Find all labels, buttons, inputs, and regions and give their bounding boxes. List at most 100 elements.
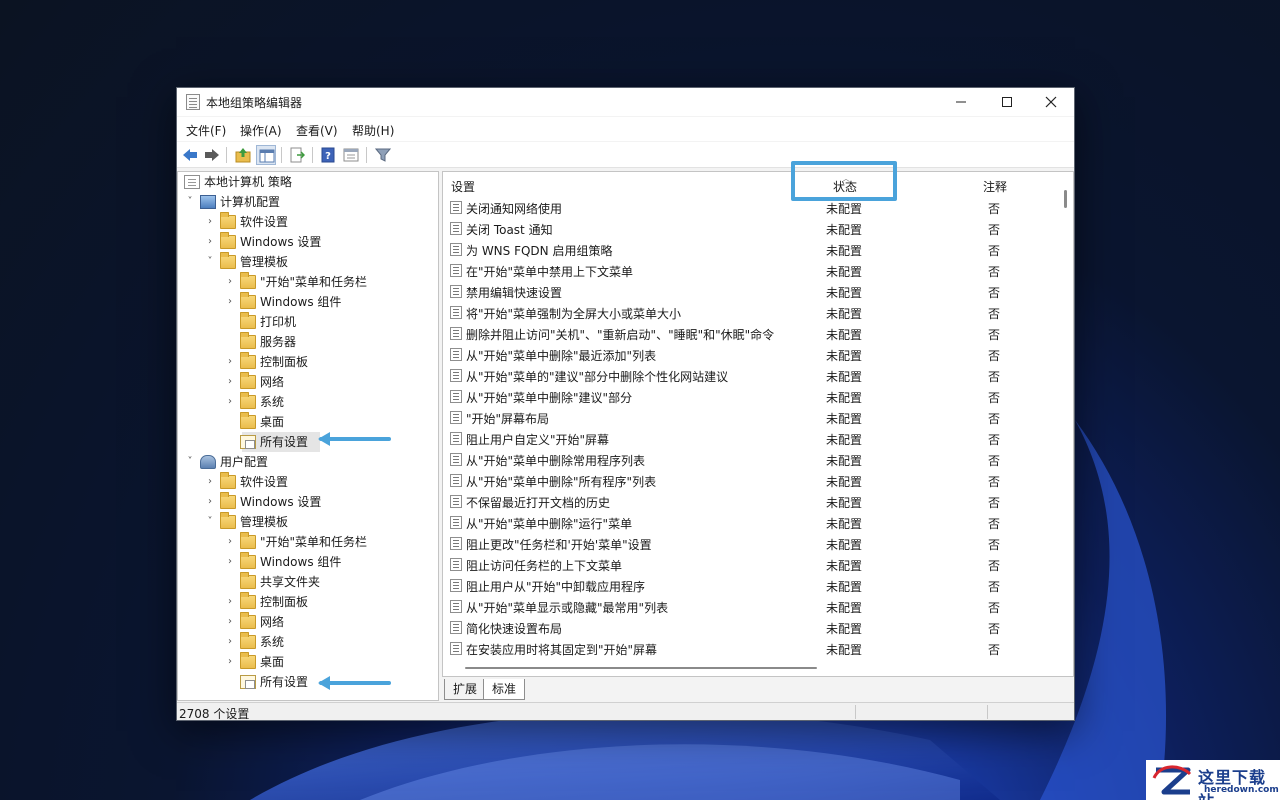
list-item[interactable]: 关闭通知网络使用 未配置 否 [443, 197, 1057, 218]
menu-view[interactable]: 查看(V) [296, 122, 338, 139]
list-item[interactable]: 为 WNS FQDN 启用组策略 未配置 否 [443, 239, 1057, 260]
menu-help[interactable]: 帮助(H) [352, 122, 394, 139]
tree-item[interactable]: 打印机 [178, 312, 438, 332]
tree-item[interactable]: › 控制面板 [178, 352, 438, 372]
tree-item[interactable]: › Windows 组件 [178, 292, 438, 312]
list-item[interactable]: 从"开始"菜单中删除"所有程序"列表 未配置 否 [443, 470, 1057, 491]
list-item[interactable]: 将"开始"菜单强制为全屏大小或菜单大小 未配置 否 [443, 302, 1057, 323]
expand-chevron-right-icon[interactable]: › [224, 272, 236, 292]
tab-standard[interactable]: 标准 [483, 679, 526, 700]
export-list-button[interactable] [287, 145, 307, 165]
tree-item[interactable]: › 网络 [178, 372, 438, 392]
list-item[interactable]: 从"开始"菜单显示或隐藏"最常用"列表 未配置 否 [443, 596, 1057, 617]
expand-chevron-down-icon[interactable]: ˅ [204, 252, 216, 272]
expand-chevron-right-icon[interactable]: › [224, 372, 236, 392]
expand-chevron-right-icon[interactable]: › [224, 552, 236, 572]
expand-chevron-right-icon[interactable]: › [224, 292, 236, 312]
filter-button[interactable] [373, 145, 393, 165]
expand-chevron-down-icon[interactable]: ˅ [184, 452, 196, 472]
expand-chevron-down-icon[interactable]: ˅ [204, 512, 216, 532]
setting-name: "开始"屏幕布局 [466, 412, 550, 426]
tree-item[interactable]: 共享文件夹 [178, 572, 438, 592]
tree-item-label: 桌面 [260, 415, 285, 429]
list-item[interactable]: "开始"屏幕布局 未配置 否 [443, 407, 1057, 428]
list-item[interactable]: 禁用编辑快速设置 未配置 否 [443, 281, 1057, 302]
list-item[interactable]: 阻止更改"任务栏和'开始'菜单"设置 未配置 否 [443, 533, 1057, 554]
tree-item[interactable]: › 系统 [178, 632, 438, 652]
tree-item[interactable]: › 系统 [178, 392, 438, 412]
menu-file[interactable]: 文件(F) [186, 122, 226, 139]
minimize-button[interactable] [938, 88, 984, 116]
title-bar[interactable]: 本地组策略编辑器 [177, 88, 1074, 116]
properties-button[interactable] [341, 145, 361, 165]
show-hide-tree-button[interactable] [256, 145, 276, 165]
list-item[interactable]: 从"开始"菜单中删除常用程序列表 未配置 否 [443, 449, 1057, 470]
tree-item[interactable]: › 控制面板 [178, 592, 438, 612]
expand-chevron-right-icon[interactable]: › [204, 492, 216, 512]
tree-item[interactable]: › Windows 组件 [178, 552, 438, 572]
up-level-button[interactable] [233, 145, 253, 165]
list-item[interactable]: 从"开始"菜单的"建议"部分中删除个性化网站建议 未配置 否 [443, 365, 1057, 386]
tree-item[interactable]: › 软件设置 [178, 212, 438, 232]
expand-chevron-right-icon[interactable]: › [204, 472, 216, 492]
list-item[interactable]: 从"开始"菜单中删除"建议"部分 未配置 否 [443, 386, 1057, 407]
tree-item[interactable]: ˅ 管理模板 [178, 512, 438, 532]
expand-chevron-right-icon[interactable]: › [224, 532, 236, 552]
back-button[interactable] [180, 145, 200, 165]
export-list-icon [290, 147, 305, 163]
expand-chevron-right-icon[interactable]: › [224, 392, 236, 412]
list-item[interactable]: 从"开始"菜单中删除"运行"菜单 未配置 否 [443, 512, 1057, 533]
expand-chevron-right-icon[interactable]: › [204, 212, 216, 232]
tree-item[interactable]: 所有设置 [240, 432, 320, 452]
folder-icon [240, 372, 256, 389]
horizontal-scrollbar[interactable] [465, 667, 817, 669]
expand-chevron-right-icon[interactable]: › [204, 232, 216, 252]
expand-chevron-down-icon[interactable]: ˅ [184, 192, 196, 212]
tab-extended[interactable]: 扩展 [444, 679, 487, 700]
tree-item[interactable]: 服务器 [178, 332, 438, 352]
expand-chevron-right-icon[interactable]: › [224, 612, 236, 632]
policy-setting-icon [450, 474, 462, 487]
tree-item[interactable]: ˅ 管理模板 [178, 252, 438, 272]
expand-chevron-right-icon[interactable]: › [224, 632, 236, 652]
tree-item[interactable]: 本地计算机 策略 [178, 172, 438, 192]
tree-item[interactable]: › Windows 设置 [178, 232, 438, 252]
list-item[interactable]: 简化快速设置布局 未配置 否 [443, 617, 1057, 638]
tree-item[interactable]: › 软件设置 [178, 472, 438, 492]
list-item[interactable]: 阻止用户自定义"开始"屏幕 未配置 否 [443, 428, 1057, 449]
list-item[interactable]: 不保留最近打开文档的历史 未配置 否 [443, 491, 1057, 512]
tree-item[interactable]: › "开始"菜单和任务栏 [178, 532, 438, 552]
help-button[interactable]: ? [318, 145, 338, 165]
column-header-comment[interactable]: 注释 [983, 178, 1007, 195]
tree-item[interactable]: 桌面 [178, 412, 438, 432]
vertical-scrollbar[interactable] [1064, 190, 1067, 208]
setting-state: 未配置 [826, 454, 863, 468]
column-header-setting[interactable]: 设置 [451, 178, 475, 195]
tree-item[interactable]: › 桌面 [178, 652, 438, 672]
list-item[interactable]: 在安装应用时将其固定到"开始"屏幕 未配置 否 [443, 638, 1057, 659]
forward-button[interactable] [202, 145, 222, 165]
list-item[interactable]: 阻止用户从"开始"中卸载应用程序 未配置 否 [443, 575, 1057, 596]
list-item[interactable]: 在"开始"菜单中禁用上下文菜单 未配置 否 [443, 260, 1057, 281]
expand-chevron-right-icon[interactable]: › [224, 352, 236, 372]
tree-item[interactable]: 所有设置 [178, 672, 438, 692]
list-item[interactable]: 从"开始"菜单中删除"最近添加"列表 未配置 否 [443, 344, 1057, 365]
list-item[interactable]: 阻止访问任务栏的上下文菜单 未配置 否 [443, 554, 1057, 575]
close-button[interactable] [1028, 88, 1074, 116]
policy-setting-icon [450, 327, 462, 340]
tree-item[interactable]: › 网络 [178, 612, 438, 632]
list-item[interactable]: 删除并阻止访问"关机"、"重新启动"、"睡眠"和"休眠"命令 未配置 否 [443, 323, 1057, 344]
maximize-button[interactable] [984, 88, 1030, 116]
tree-item[interactable]: › "开始"菜单和任务栏 [178, 272, 438, 292]
expand-chevron-right-icon[interactable]: › [224, 592, 236, 612]
tree-item[interactable]: ˅ 计算机配置 [178, 192, 438, 212]
tree-item[interactable]: ˅ 用户配置 [178, 452, 438, 472]
folder-icon [220, 252, 236, 269]
tree-item-label: 计算机配置 [220, 195, 281, 209]
tree-item[interactable]: › Windows 设置 [178, 492, 438, 512]
menu-action[interactable]: 操作(A) [240, 122, 282, 139]
folder-icon [240, 572, 256, 589]
expand-chevron-right-icon[interactable]: › [224, 652, 236, 672]
list-item[interactable]: 关闭 Toast 通知 未配置 否 [443, 218, 1057, 239]
folder-icon [240, 352, 256, 369]
